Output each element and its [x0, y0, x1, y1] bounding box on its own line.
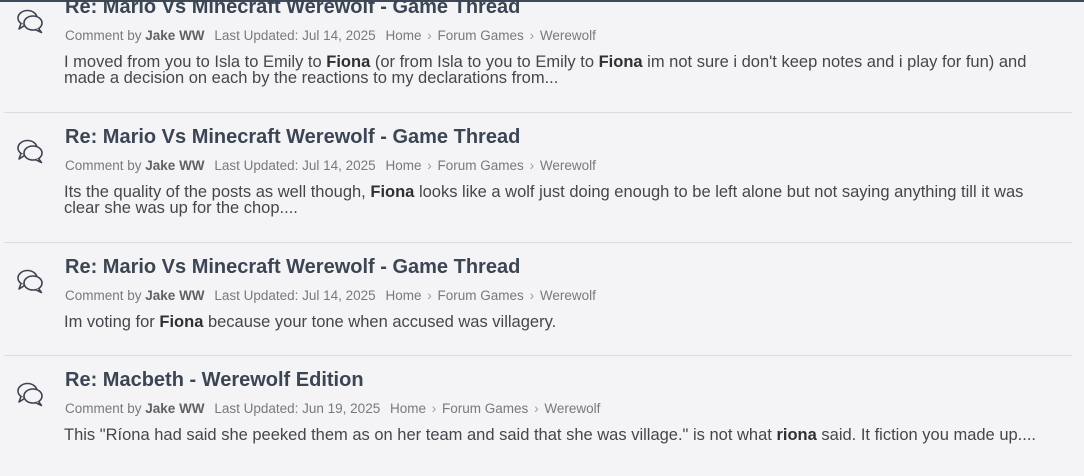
breadcrumb-werewolf[interactable]: Werewolf	[544, 401, 600, 416]
breadcrumb-werewolf[interactable]: Werewolf	[540, 158, 596, 173]
result-title-link[interactable]: Re: Mario Vs Minecraft Werewolf - Game T…	[65, 256, 520, 279]
breadcrumb-separator: ›	[529, 28, 535, 43]
breadcrumb-home[interactable]: Home	[385, 158, 421, 173]
result-meta: Comment by Jake WW Last Updated: Jul 14,…	[65, 288, 596, 303]
result-snippet: Its the quality of the posts as well tho…	[64, 183, 1054, 217]
result-meta: Comment by Jake WW Last Updated: Jul 14,…	[65, 158, 596, 173]
result-title-link[interactable]: Re: Mario Vs Minecraft Werewolf - Game T…	[65, 126, 520, 149]
result-snippet: This "Ríona had said she peeked them as …	[64, 426, 1054, 444]
result-title-link[interactable]: Re: Macbeth - Werewolf Edition	[65, 369, 364, 392]
author-link[interactable]: Jake WW	[145, 158, 204, 173]
chat-bubbles-icon	[16, 138, 44, 164]
snippet-text: said. It fiction you made up....	[816, 426, 1037, 444]
breadcrumb-forum-games[interactable]: Forum Games	[438, 288, 524, 303]
breadcrumb-separator: ›	[529, 158, 535, 173]
breadcrumb-separator: ›	[427, 288, 432, 303]
breadcrumb-separator: ›	[431, 401, 437, 416]
search-result: Re: Mario Vs Minecraft Werewolf - Game T…	[4, 0, 1072, 113]
breadcrumb-separator: ›	[427, 28, 432, 43]
last-updated: Last Updated: Jul 14, 2025	[214, 288, 376, 303]
author-link[interactable]: Jake WW	[145, 288, 204, 303]
author-link[interactable]: Jake WW	[145, 401, 204, 416]
search-result: Re: Macbeth - Werewolf Edition Comment b…	[4, 356, 1072, 476]
result-snippet: I moved from you to Isla to Emily to Fio…	[64, 53, 1054, 87]
breadcrumb-separator: ›	[427, 158, 432, 173]
breadcrumb-forum-games[interactable]: Forum Games	[438, 28, 524, 43]
comment-by-label: Comment by	[65, 28, 146, 43]
breadcrumb-home[interactable]: Home	[390, 401, 426, 416]
result-meta: Comment by Jake WW Last Updated: Jun 19,…	[65, 401, 600, 416]
chat-bubbles-icon	[16, 381, 44, 407]
breadcrumb-home[interactable]: Home	[385, 28, 421, 43]
result-snippet: Im voting for Fiona because your tone wh…	[64, 313, 1054, 331]
breadcrumb-home[interactable]: Home	[385, 288, 421, 303]
search-result: Re: Mario Vs Minecraft Werewolf - Game T…	[4, 243, 1072, 356]
breadcrumb-forum-games[interactable]: Forum Games	[442, 401, 528, 416]
breadcrumb-separator: ›	[529, 288, 535, 303]
snippet-text: because your tone when accused was villa…	[203, 313, 557, 331]
snippet-text: Im voting for	[64, 313, 160, 331]
highlighted-term: Fiona	[370, 183, 415, 201]
breadcrumb-werewolf[interactable]: Werewolf	[540, 288, 596, 303]
highlighted-term: Fiona	[598, 53, 643, 71]
last-updated: Last Updated: Jul 14, 2025	[214, 28, 376, 43]
last-updated: Last Updated: Jun 19, 2025	[214, 401, 381, 416]
last-updated: Last Updated: Jul 14, 2025	[214, 158, 376, 173]
breadcrumb-separator: ›	[534, 401, 539, 416]
breadcrumb-werewolf[interactable]: Werewolf	[540, 28, 596, 43]
chat-bubbles-icon	[16, 8, 44, 34]
chat-bubbles-icon	[16, 268, 44, 294]
comment-by-label: Comment by	[65, 401, 146, 416]
snippet-text: This "Ríona had said she peeked them as …	[64, 426, 777, 444]
comment-by-label: Comment by	[65, 288, 146, 303]
comment-by-label: Comment by	[65, 158, 146, 173]
search-results-list: Re: Mario Vs Minecraft Werewolf - Game T…	[0, 0, 1084, 476]
result-title-link[interactable]: Re: Mario Vs Minecraft Werewolf - Game T…	[65, 0, 520, 19]
result-meta: Comment by Jake WW Last Updated: Jul 14,…	[65, 28, 596, 43]
search-result: Re: Mario Vs Minecraft Werewolf - Game T…	[4, 113, 1072, 243]
breadcrumb-forum-games[interactable]: Forum Games	[438, 158, 524, 173]
author-link[interactable]: Jake WW	[145, 28, 204, 43]
highlighted-term: Fiona	[159, 313, 204, 331]
highlighted-term: riona	[776, 426, 817, 444]
